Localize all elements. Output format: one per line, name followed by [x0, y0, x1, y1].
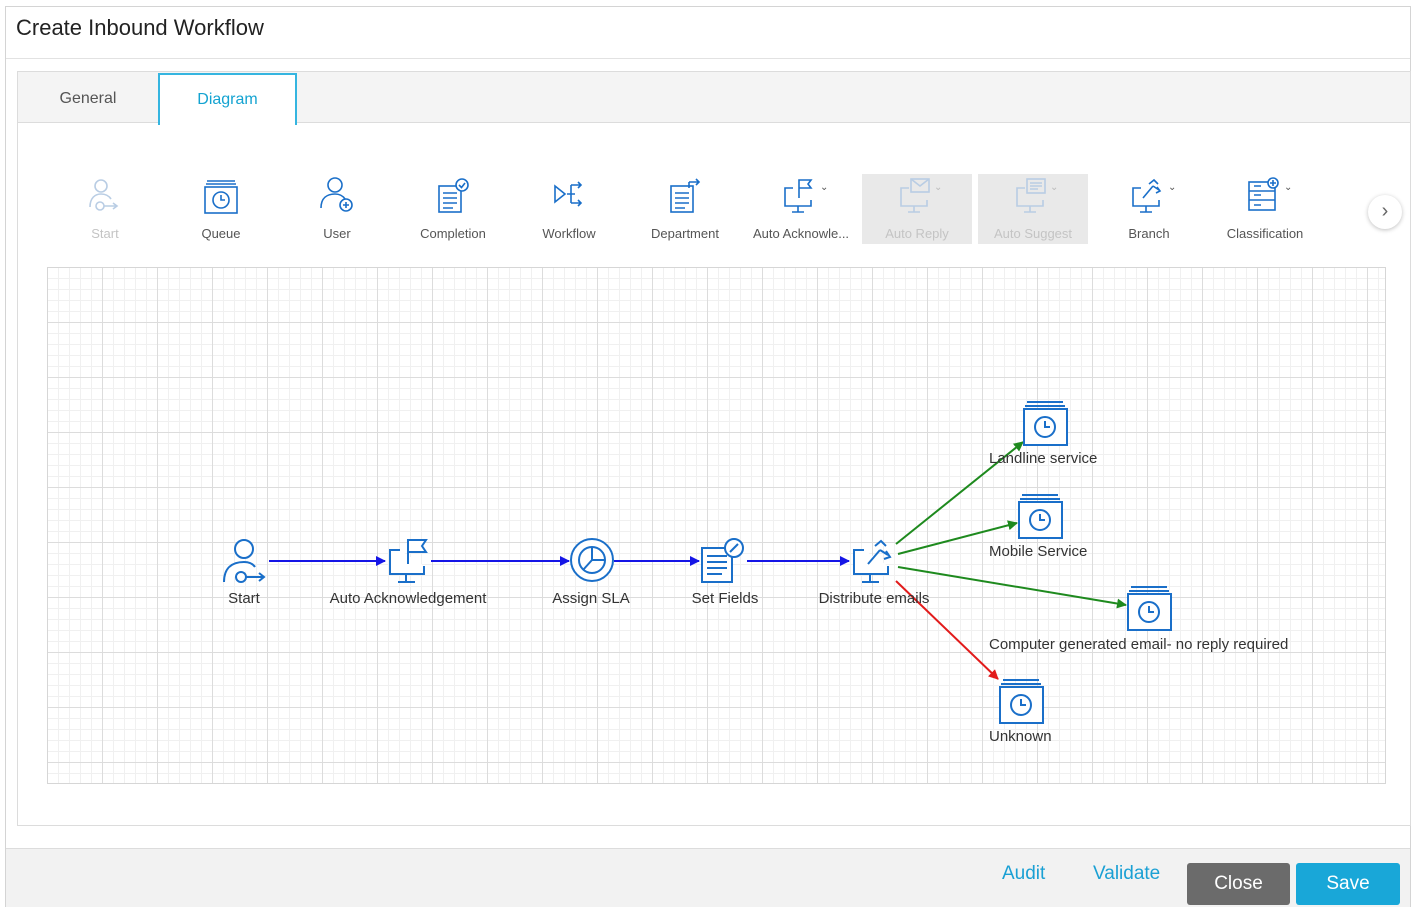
dialog-footer: Audit Validate Close Save — [6, 848, 1410, 907]
toolbar-workflow-label: Workflow — [542, 226, 596, 241]
node-set-fields-label: Set Fields — [692, 590, 759, 607]
diagram-canvas[interactable]: Start Auto Acknowledgement Assign SLA Se… — [47, 267, 1386, 784]
completion-icon — [438, 178, 469, 213]
chevron-down-icon: ⌄ — [934, 182, 943, 193]
toolbar-branch[interactable]: ⌄ Branch — [1094, 174, 1204, 244]
toolbar-branch-label: Branch — [1128, 226, 1170, 241]
chevron-down-icon: ⌄ — [1284, 182, 1293, 193]
node-start-label: Start — [228, 590, 261, 607]
toolbar-department-label: Department — [651, 226, 719, 241]
node-start[interactable] — [223, 539, 266, 583]
branch-icon — [1132, 178, 1162, 213]
tab-diagram[interactable]: Diagram — [158, 73, 297, 125]
node-distribute-emails-label: Distribute emails — [819, 590, 930, 607]
node-set-fields[interactable] — [701, 538, 744, 583]
validate-button[interactable]: Validate — [1093, 863, 1160, 885]
workflow-diagram: Start Auto Acknowledgement Assign SLA Se… — [223, 401, 1288, 745]
close-button[interactable]: Close — [1187, 863, 1290, 905]
node-computer-generated-email-label: Computer generated email- no reply requi… — [989, 636, 1288, 653]
department-icon — [670, 178, 701, 213]
node-unknown-label: Unknown — [989, 728, 1052, 745]
tab-general[interactable]: General — [20, 74, 156, 124]
toolbar-user-label: User — [323, 226, 351, 241]
chevron-down-icon: ⌄ — [1050, 182, 1059, 193]
node-mobile-service[interactable] — [1018, 494, 1063, 539]
toolbar-auto-suggest[interactable]: ⌄ Auto Suggest — [978, 174, 1088, 244]
create-inbound-workflow-dialog: Create Inbound Workflow General Diagram … — [5, 6, 1411, 907]
title-divider — [6, 58, 1410, 59]
chevron-right-icon[interactable]: › — [1368, 195, 1402, 229]
chevron-down-icon: ⌄ — [1168, 182, 1177, 193]
toolbar-start-label: Start — [91, 226, 119, 241]
toolbar-classification[interactable]: ⌄ Classification — [1210, 174, 1320, 244]
classification-icon — [1248, 177, 1279, 211]
toolbar-auto-reply[interactable]: ⌄ Auto Reply — [862, 174, 972, 244]
node-assign-sla[interactable] — [570, 538, 614, 582]
queue-icon — [204, 180, 238, 214]
toolbar-queue[interactable]: Queue — [166, 174, 276, 244]
auto-acknowledgement-icon — [784, 179, 813, 213]
toolbar-user[interactable]: User — [282, 174, 392, 244]
node-unknown[interactable] — [999, 679, 1044, 724]
audit-button[interactable]: Audit — [1002, 863, 1045, 885]
save-button[interactable]: Save — [1296, 863, 1400, 905]
node-assign-sla-label: Assign SLA — [552, 590, 630, 607]
node-distribute-emails[interactable] — [853, 539, 892, 583]
toolbar-department[interactable]: Department — [630, 174, 740, 244]
user-icon — [320, 177, 353, 212]
toolbar-classification-label: Classification — [1226, 226, 1304, 241]
dialog-title: Create Inbound Workflow — [16, 15, 264, 40]
toolbar-workflow[interactable]: Workflow — [514, 174, 624, 244]
tab-content-panel: General Diagram Start Queue User Complet… — [17, 71, 1411, 826]
workflow-icon — [554, 181, 583, 207]
toolbar-completion[interactable]: Completion — [398, 174, 508, 244]
node-landline-service[interactable] — [1023, 401, 1068, 446]
node-landline-service-label: Landline service — [989, 450, 1097, 467]
start-icon — [89, 179, 119, 211]
auto-reply-icon — [900, 178, 930, 213]
auto-suggest-icon — [1016, 178, 1046, 213]
edge-distribute-computer[interactable] — [897, 566, 1127, 609]
toolbar-auto-reply-label: Auto Reply — [885, 226, 949, 241]
node-auto-acknowledgement-label: Auto Acknowledgement — [330, 590, 488, 607]
toolbar-auto-acknowledgement-label: Auto Acknowle... — [752, 226, 850, 241]
node-mobile-service-label: Mobile Service — [989, 543, 1087, 560]
toolbar-queue-label: Queue — [201, 226, 241, 241]
node-auto-acknowledgement[interactable] — [389, 539, 428, 583]
toolbar-completion-label: Completion — [420, 226, 486, 241]
chevron-down-icon: ⌄ — [820, 182, 829, 193]
toolbar-auto-acknowledgement[interactable]: ⌄ Auto Acknowle... — [746, 174, 856, 244]
toolbar-auto-suggest-label: Auto Suggest — [993, 226, 1073, 241]
node-computer-generated-email[interactable] — [1127, 586, 1172, 631]
toolbar-start[interactable]: Start — [50, 174, 160, 244]
